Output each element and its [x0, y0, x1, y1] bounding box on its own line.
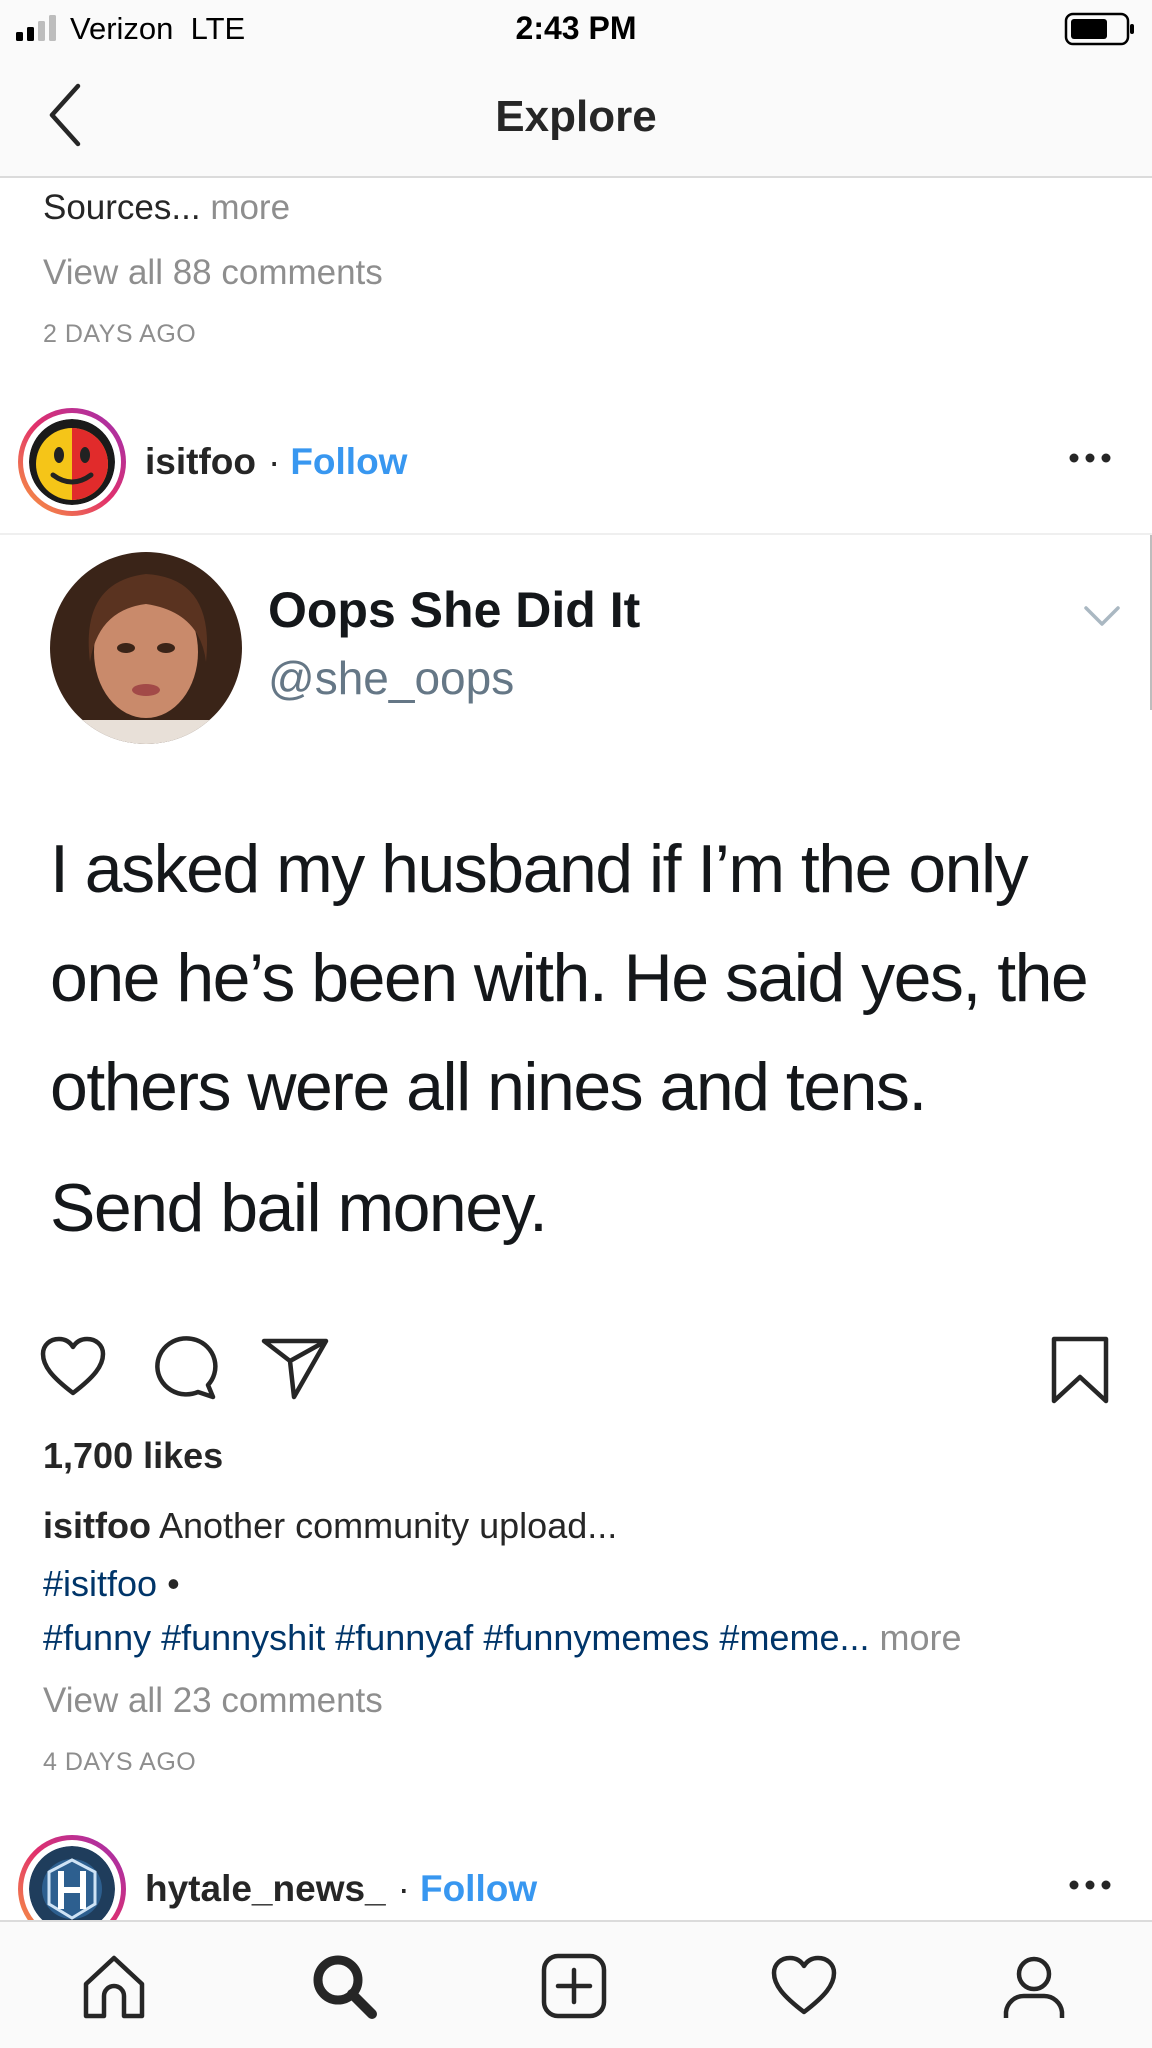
tweet-author-avatar [50, 552, 242, 744]
bookmark-save-icon[interactable] [1048, 1335, 1112, 1407]
post-header: isitfoo · Follow [0, 405, 1152, 516]
search-icon[interactable] [308, 1950, 380, 2022]
isitfoo-avatar-emoji-icon [29, 419, 115, 505]
view-comments-link[interactable]: View all 23 comments [43, 1681, 383, 1721]
battery-icon [1064, 12, 1134, 46]
bottom-tab-bar [0, 1920, 1152, 2048]
post-caption: isitfoo Another community upload... [43, 1505, 617, 1547]
hashtag-links[interactable]: #funny #funnyshit #funnyaf #funnymemes #… [43, 1617, 869, 1658]
avatar[interactable] [18, 408, 126, 516]
tweet-text-closing: Send bail money. [50, 1170, 548, 1246]
activity-heart-icon[interactable] [768, 1950, 840, 2022]
caption-username[interactable]: isitfoo [43, 1505, 151, 1546]
hashtag-line-2: #funny #funnyshit #funnyaf #funnymemes #… [43, 1617, 962, 1659]
tweet-text: I asked my husband if I’m the only one h… [50, 831, 1089, 1125]
separator-dot: · [397, 1868, 410, 1909]
tweet-author-handle: @she_oops [268, 652, 515, 704]
more-options-icon[interactable] [1068, 451, 1112, 465]
chevron-down-icon [1084, 606, 1120, 626]
previous-caption-text: Sources... [43, 188, 201, 227]
post-actions [0, 1325, 1152, 1405]
home-icon[interactable] [78, 1950, 150, 2022]
tweet-author-name: Oops She Did It [268, 582, 641, 638]
like-count[interactable]: 1,700 likes [43, 1435, 223, 1477]
like-heart-icon[interactable] [38, 1335, 108, 1399]
follow-button[interactable]: Follow [420, 1868, 537, 1909]
more-options-icon[interactable] [1068, 1878, 1112, 1892]
post-image[interactable]: Oops She Did It @she_oops I asked my hus… [0, 533, 1152, 1285]
share-direct-icon[interactable] [260, 1335, 330, 1401]
hashtag-line-1: #isitfoo • [43, 1563, 180, 1605]
caption-text: Another community upload... [159, 1505, 618, 1546]
bullet-separator: • [167, 1563, 180, 1604]
previous-post-timestamp: 2 DAYS AGO [43, 320, 197, 348]
caption-more-link[interactable]: more [880, 1617, 962, 1658]
previous-post-caption: Sources... more [43, 188, 290, 228]
hashtag-link[interactable]: #isitfoo [43, 1563, 157, 1604]
separator-dot: · [267, 441, 281, 482]
profile-icon[interactable] [998, 1950, 1070, 2022]
nav-header: Explore [0, 58, 1152, 178]
previous-view-comments-link[interactable]: View all 88 comments [43, 253, 383, 293]
post-username[interactable]: isitfoo [145, 441, 256, 482]
page-title: Explore [495, 92, 657, 141]
status-time: 2:43 PM [515, 10, 637, 46]
comment-bubble-icon[interactable] [150, 1335, 220, 1401]
post-timestamp: 4 DAYS AGO [43, 1748, 197, 1776]
follow-button[interactable]: Follow [290, 441, 407, 482]
previous-more-link[interactable]: more [210, 188, 290, 227]
add-post-icon[interactable] [538, 1950, 610, 2022]
next-post-username[interactable]: hytale_news_ [145, 1868, 386, 1909]
status-bar: Verizon LTE 2:43 PM [0, 0, 1152, 58]
